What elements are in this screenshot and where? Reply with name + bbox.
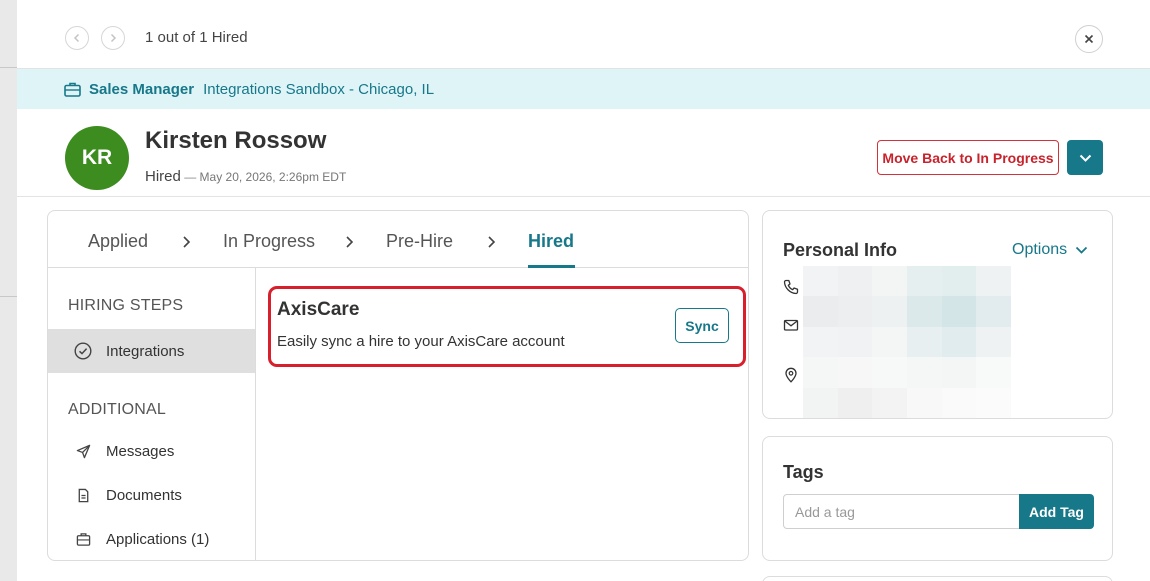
tab-pre-hire[interactable]: Pre-Hire [386,231,453,252]
next-button[interactable] [101,26,125,50]
backdrop-page [0,0,17,581]
previous-button[interactable] [65,26,89,50]
additional-heading: ADDITIONAL [68,401,167,418]
chevron-down-icon [1079,154,1091,162]
candidate-panel: 1 out of 1 Hired Sales Manager Integrati… [17,0,1150,581]
close-button[interactable] [1075,25,1103,53]
briefcase-icon [72,532,94,547]
location-pin-icon [785,367,797,383]
chevron-right-icon [110,33,117,43]
tab-in-progress[interactable]: In Progress [223,231,315,252]
chevron-right-icon [488,236,496,248]
tags-title: Tags [783,462,824,482]
sidebar-item-integrations[interactable]: Integrations [48,329,255,373]
tab-applied[interactable]: Applied [88,231,148,252]
status-timestamp: May 20, 2026, 2:26pm EDT [199,170,347,184]
tab-hired[interactable]: Hired [528,231,574,252]
add-tag-button[interactable]: Add Tag [1019,494,1094,529]
status-separator: — [180,170,200,184]
candidate-status: Hired — May 20, 2026, 2:26pm EDT [145,168,346,185]
avatar: KR [65,126,129,190]
tag-input[interactable] [783,494,1020,529]
backdrop-divider [0,67,17,68]
sidebar-item-label: Messages [106,442,175,460]
hiring-steps-heading: HIRING STEPS [68,297,184,314]
personal-info-title: Personal Info [783,240,898,260]
candidate-name: Kirsten Rossow [145,127,327,154]
mail-icon [783,319,799,331]
chevron-left-icon [73,33,80,43]
integration-name: AxisCare [277,299,360,320]
tags-card: Tags Add Tag [762,436,1113,561]
close-icon [1084,34,1094,44]
backdrop-divider [0,296,17,297]
job-location-link[interactable]: Integrations Sandbox - Chicago, IL [203,81,434,98]
status-label: Hired [145,168,181,185]
move-back-button[interactable]: Move Back to In Progress [877,140,1059,175]
sidebar-item-applications[interactable]: Applications (1) [48,517,255,560]
paper-plane-icon [72,444,94,459]
chevron-right-icon [346,236,354,248]
chevron-down-icon [1076,246,1088,254]
sidebar-item-label: Documents [106,486,182,504]
redacted-contact-details [803,266,1011,418]
panel-topbar: 1 out of 1 Hired [17,0,1150,69]
document-icon [72,488,94,503]
options-dropdown[interactable]: Options [1012,241,1088,259]
integration-description: Easily sync a hire to your AxisCare acco… [277,333,565,350]
job-banner: Sales Manager Integrations Sandbox - Chi… [17,69,1150,109]
sidebar-item-documents[interactable]: Documents [48,473,255,517]
options-label: Options [1012,241,1068,258]
sync-button[interactable]: Sync [675,308,729,343]
sidebar-item-label: Applications (1) [106,530,210,548]
stage-tabs: Applied In Progress Pre-Hire Hired [48,211,748,268]
briefcase-icon [64,82,81,97]
job-title-link[interactable]: Sales Manager [89,81,194,98]
phone-icon [783,279,799,295]
hiring-sidebar: HIRING STEPS Integrations ADDITIONAL Mes… [48,268,256,560]
integration-axiscare: AxisCare Easily sync a hire to your Axis… [268,286,746,367]
sidebar-item-label: Integrations [106,342,185,360]
personal-info-card: Personal Info Options [762,210,1113,419]
candidate-header: KR Kirsten Rossow Hired — May 20, 2026, … [17,109,1150,197]
chevron-right-icon [183,236,191,248]
next-card-edge [762,576,1113,581]
actions-dropdown-button[interactable] [1067,140,1103,175]
active-tab-indicator [528,265,575,268]
sidebar-item-messages[interactable]: Messages [48,429,255,473]
hiring-card: Applied In Progress Pre-Hire Hired HIRIN… [47,210,749,561]
candidate-counter: 1 out of 1 Hired [145,29,248,46]
check-circle-icon [72,342,94,360]
